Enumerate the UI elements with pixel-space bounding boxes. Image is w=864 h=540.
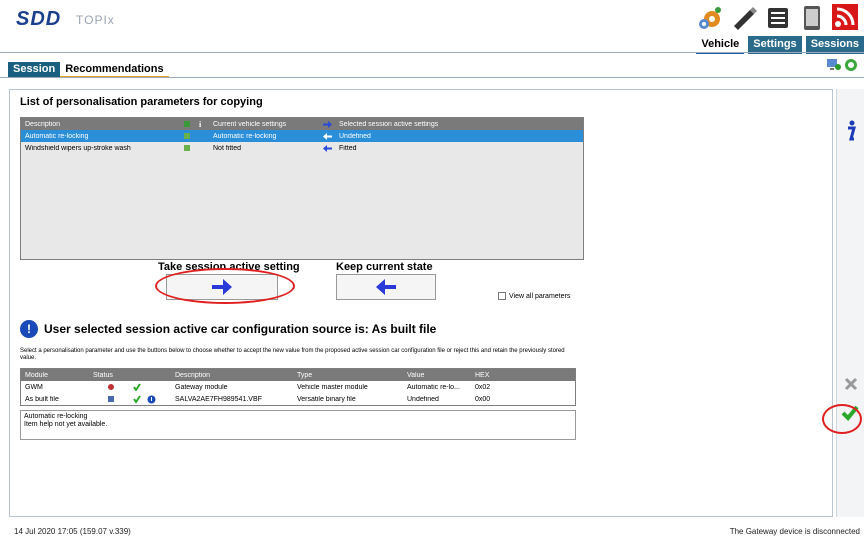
- row-description: Windshield wipers up-stroke wash: [25, 144, 131, 152]
- main-panel: List of personalisation parameters for c…: [9, 89, 833, 517]
- row-current: Automatic re-locking: [213, 132, 277, 140]
- view-all-parameters[interactable]: View all parameters: [498, 292, 570, 300]
- grid-header: Module Status Description Type Value HEX: [21, 369, 575, 381]
- row-value: Automatic re-lo...: [407, 383, 460, 391]
- col-description[interactable]: Description: [21, 121, 179, 128]
- panel-title: List of personalisation parameters for c…: [20, 96, 263, 108]
- row-description: Gateway module: [175, 383, 228, 391]
- wifi-signal-icon[interactable]: [832, 2, 860, 32]
- grid-header: Description i Current vehicle settings S…: [21, 118, 583, 130]
- row-hex: 0x02: [475, 383, 491, 391]
- col-description[interactable]: Description: [171, 372, 293, 379]
- table-row[interactable]: As built file SALVA2AE7FH989541.VBF Vers…: [21, 393, 575, 405]
- module-icon: [184, 145, 190, 151]
- col-selected[interactable]: Selected session active settings: [335, 121, 535, 128]
- row-description: SALVA2AE7FH989541.VBF: [175, 395, 262, 403]
- footer-status: The Gateway device is disconnected: [729, 527, 860, 536]
- help-text: Item help not yet available.: [24, 421, 108, 428]
- close-session-icon[interactable]: [844, 58, 858, 72]
- row-type: Vehicle master module: [297, 383, 368, 391]
- item-help-box: Automatic re-locking Item help not yet a…: [20, 410, 576, 440]
- source-text: User selected session active car configu…: [44, 322, 437, 336]
- checkmark-icon: [133, 383, 141, 391]
- info-icon[interactable]: [843, 119, 859, 141]
- top-toolbar: [696, 2, 860, 32]
- computer-connect-icon[interactable]: [826, 58, 842, 72]
- source-info: ! User selected session active car confi…: [20, 320, 436, 338]
- view-all-label: View all parameters: [509, 292, 571, 300]
- pen-icon[interactable]: [730, 2, 758, 32]
- row-type: Versatile binary file: [297, 395, 356, 403]
- row-hex: 0x00: [475, 395, 491, 403]
- tablet-icon[interactable]: [798, 2, 826, 32]
- keep-state-label: Keep current state: [336, 261, 433, 273]
- col-module-icon: [179, 120, 193, 128]
- instruction-text: Select a personalisation parameter and u…: [20, 348, 565, 361]
- table-row[interactable]: Automatic re-locking Automatic re-lockin…: [21, 130, 583, 142]
- module-icon: [184, 121, 190, 127]
- app-title: TOPIx: [76, 13, 115, 27]
- cancel-icon[interactable]: [844, 377, 858, 391]
- arrow-left-icon: [323, 132, 332, 140]
- annotation-circle: [822, 404, 862, 434]
- row-value: Undefined: [407, 395, 439, 403]
- col-type[interactable]: Type: [293, 372, 403, 379]
- row-module: GWM: [25, 383, 43, 391]
- annotation-circle: [155, 268, 295, 304]
- row-selected: Fitted: [339, 144, 357, 152]
- col-value[interactable]: Value: [403, 372, 471, 379]
- header-divider: [0, 52, 864, 53]
- info-icon: i: [199, 120, 202, 128]
- info-circle-icon: [147, 395, 156, 403]
- sub-tabs: Session Recommendations: [8, 62, 169, 78]
- session-tools: [826, 58, 858, 72]
- view-all-checkbox[interactable]: [498, 292, 506, 300]
- info-circle-icon: !: [20, 320, 38, 338]
- source-grid: Module Status Description Type Value HEX…: [20, 368, 576, 406]
- sdd-logo: SDD: [16, 8, 62, 30]
- col-current[interactable]: Current vehicle settings: [209, 121, 319, 128]
- status-module-icon: [108, 384, 114, 390]
- settings-gear-icon[interactable]: [696, 2, 724, 32]
- col-status[interactable]: Status: [89, 372, 129, 379]
- tab-recommendations[interactable]: Recommendations: [60, 62, 169, 78]
- right-side-panel: [836, 89, 864, 517]
- checkmark-icon: [133, 395, 141, 403]
- subtab-divider: [0, 77, 864, 78]
- row-module: As built file: [25, 395, 59, 403]
- row-current: Not fitted: [213, 144, 242, 152]
- col-info-icon: i: [193, 120, 209, 128]
- col-hex[interactable]: HEX: [471, 372, 511, 379]
- document-list-icon[interactable]: [764, 2, 792, 32]
- arrow-right-icon: [323, 120, 332, 128]
- col-module[interactable]: Module: [21, 372, 89, 379]
- table-row[interactable]: Windshield wipers up-stroke wash Not fit…: [21, 142, 583, 154]
- row-selected: Undefined: [339, 132, 371, 140]
- status-file-icon: [108, 396, 114, 402]
- svg-text:i: i: [199, 120, 202, 128]
- arrow-left-icon: [376, 279, 396, 295]
- tab-session[interactable]: Session: [8, 62, 61, 78]
- table-row[interactable]: GWM Gateway module Vehicle master module…: [21, 381, 575, 393]
- personalisation-grid: Description i Current vehicle settings S…: [20, 117, 584, 260]
- help-title: Automatic re-locking: [24, 413, 88, 420]
- sdd-window: SDD TOPIx Vehicle Settings Sessions Sess…: [0, 0, 864, 540]
- module-icon: [184, 133, 190, 139]
- col-arrow: [319, 120, 335, 128]
- footer-timestamp: 14 Jul 2020 17:05 (159.07 v.339): [14, 527, 131, 536]
- row-description: Automatic re-locking: [25, 132, 89, 140]
- keep-current-state-button[interactable]: [336, 274, 436, 300]
- arrow-left-icon: [323, 144, 332, 152]
